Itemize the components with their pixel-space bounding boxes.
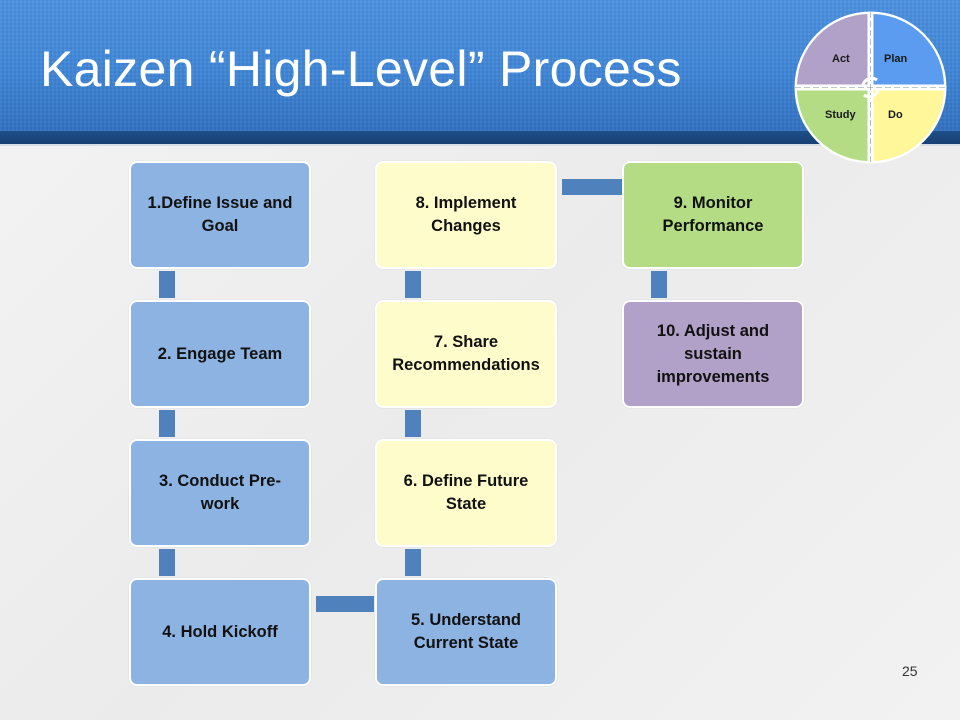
pdsa-label-plan: Plan: [884, 53, 908, 65]
step-7-label: 7. Share Recommendations: [392, 333, 540, 374]
pdsa-cycle-diagram: Act Plan Study Do: [793, 10, 948, 165]
step-6-label: 6. Define Future State: [403, 472, 529, 513]
pdsa-quadrant-do: [873, 90, 944, 161]
page-number: 25: [902, 663, 918, 679]
pdsa-quadrant-act: [797, 14, 868, 85]
connector-4-5: [316, 596, 374, 612]
connector-7-8: [405, 271, 421, 298]
step-2-box: 2. Engage Team: [129, 300, 311, 408]
pdsa-quadrant-plan: [873, 14, 944, 85]
connector-2-3: [159, 410, 175, 437]
step-1-box: 1.Define Issue and Goal: [129, 161, 311, 269]
connector-8-9: [562, 179, 622, 195]
step-4-box: 4. Hold Kickoff: [129, 578, 311, 686]
connector-3-4: [159, 549, 175, 576]
pdsa-label-act: Act: [832, 53, 850, 65]
step-3-box: 3. Conduct Pre-work: [129, 439, 311, 547]
step-5-box: 5. Understand Current State: [375, 578, 557, 686]
step-3-label: 3. Conduct Pre-work: [159, 472, 281, 513]
step-10-box: 10. Adjust and sustain improvements: [622, 300, 804, 408]
connector-6-7: [405, 410, 421, 437]
step-4-label: 4. Hold Kickoff: [162, 622, 278, 641]
step-1-label: 1.Define Issue and Goal: [147, 194, 293, 235]
connector-1-2: [159, 271, 175, 298]
step-9-label: 9. Monitor Performance: [662, 194, 764, 235]
pdsa-label-do: Do: [888, 109, 903, 121]
step-10-label: 10. Adjust and sustain improvements: [656, 321, 770, 386]
step-9-box: 9. Monitor Performance: [622, 161, 804, 269]
step-7-box: 7. Share Recommendations: [375, 300, 557, 408]
step-8-label: 8. Implement Changes: [415, 194, 517, 235]
step-2-label: 2. Engage Team: [157, 344, 283, 363]
pdsa-quadrant-study: [797, 90, 868, 161]
connector-5-6: [405, 549, 421, 576]
connector-9-10: [651, 271, 667, 298]
slide-title: Kaizen “High-Level” Process: [40, 41, 682, 97]
step-6-box: 6. Define Future State: [375, 439, 557, 547]
step-8-box: 8. Implement Changes: [375, 161, 557, 269]
pdsa-label-study: Study: [825, 109, 856, 121]
pdsa-circle: [794, 11, 947, 164]
step-5-label: 5. Understand Current State: [410, 611, 522, 652]
